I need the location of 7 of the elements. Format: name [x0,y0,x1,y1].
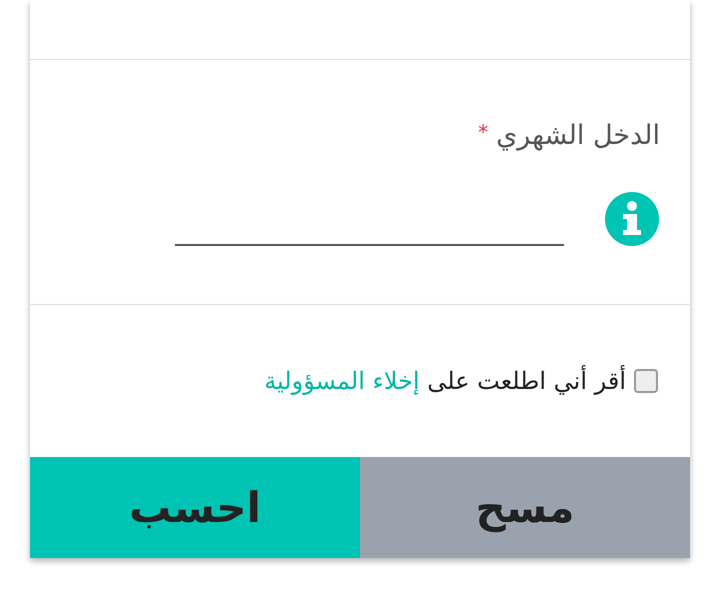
clear-button[interactable]: مسح [360,457,690,558]
consent-checkbox[interactable] [634,369,658,393]
field-label: الدخل الشهري [496,120,660,151]
info-icon[interactable] [604,191,660,247]
consent-text: أقر أني اطلعت على إخلاء المسؤولية [264,367,626,395]
required-asterisk: * [478,120,488,144]
calculate-button[interactable]: احسب [30,457,360,558]
